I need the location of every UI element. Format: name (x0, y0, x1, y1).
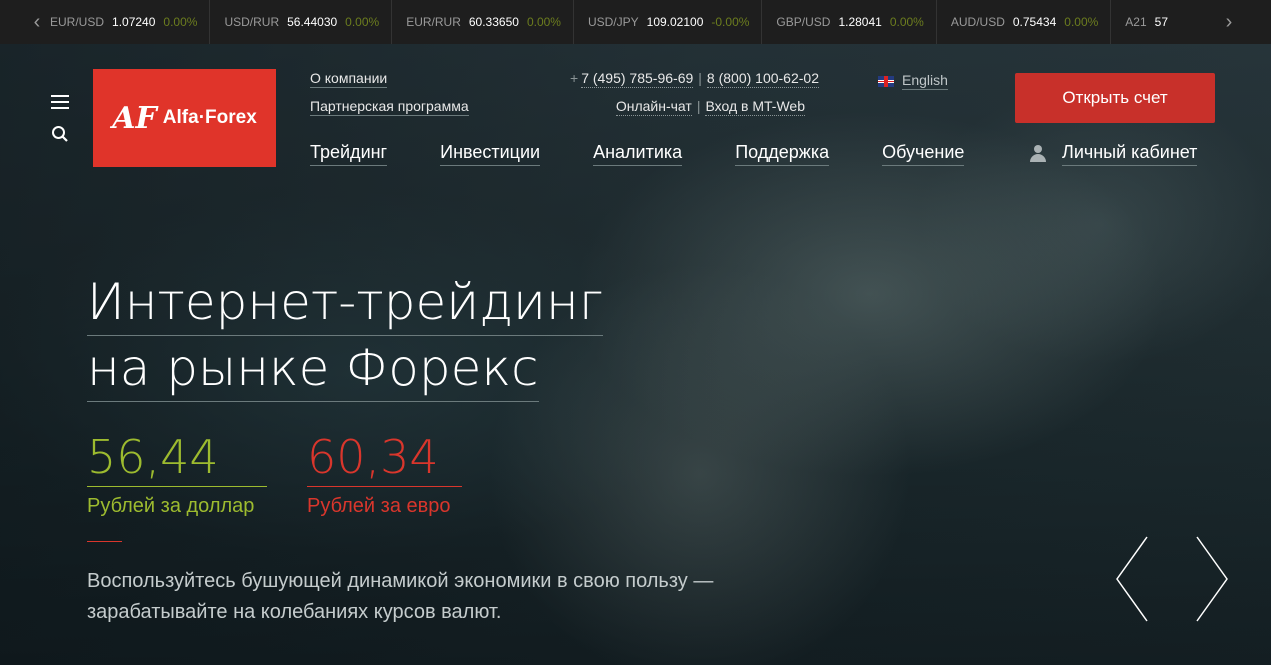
eur-rate: 60,34 Рублей за евро (307, 430, 462, 518)
ticker-prev-icon[interactable]: ‹ (22, 0, 52, 44)
nav-analytics[interactable]: Аналитика (593, 142, 683, 166)
ticker-item[interactable]: USD/JPY 109.02100 -0.00% (587, 0, 763, 44)
slide-next-icon[interactable] (1195, 535, 1229, 623)
phone-moscow[interactable]: 7 (495) 785-96-69 (581, 70, 694, 88)
online-chat-link[interactable]: Онлайн-чат (615, 98, 692, 116)
currency-ticker: ‹ EUR/USD 1.07240 0.00% USD/RUR 56.44030… (0, 0, 1271, 44)
hero-title-block: Интернет-трейдинг на рынке Форекс (87, 270, 604, 402)
personal-cabinet-link[interactable]: Личный кабинет (1030, 142, 1198, 166)
ticker-pair: AUD/USD (950, 15, 1005, 29)
ticker-pair: EUR/RUR (406, 15, 461, 29)
hero-description-line1: Воспользуйтесь бушующей динамикой эконом… (87, 570, 714, 592)
separator: | (696, 98, 701, 114)
nav-investments[interactable]: Инвестиции (440, 142, 541, 166)
nav-trading[interactable]: Трейдинг (310, 142, 388, 166)
logo-mark: AF (112, 100, 157, 136)
cabinet-label: Личный кабинет (1062, 142, 1198, 166)
ticker-item[interactable]: AUD/USD 0.75434 0.00% (950, 0, 1112, 44)
ticker-rate: 0.75434 (1012, 15, 1057, 29)
main-nav: Трейдинг Инвестиции Аналитика Поддержка … (310, 142, 965, 166)
language-switch[interactable]: English (878, 72, 948, 90)
open-account-button[interactable]: Открыть счет (1015, 73, 1215, 123)
chat-row: Онлайн-чат | Вход в MT-Web (570, 98, 805, 116)
user-icon (1030, 145, 1046, 163)
mt-web-login-link[interactable]: Вход в MT-Web (705, 98, 805, 116)
ticker-rate: 1.07240 (112, 15, 156, 29)
slide-prev-icon[interactable] (1115, 535, 1149, 623)
phone-prefix: + (570, 70, 579, 86)
contacts: + 7 (495) 785-96-69 | 8 (800) 100-62-02 … (570, 70, 819, 126)
ticker-change: 0.00% (889, 15, 924, 29)
eur-rate-caption: Рублей за евро (307, 495, 451, 517)
hero-title: Интернет-трейдинг на рынке Форекс (87, 270, 604, 402)
ticker-change: 0.00% (163, 15, 198, 29)
ticker-pair: A21 (1125, 15, 1147, 29)
usd-rate: 56,44 Рублей за доллар (87, 430, 267, 518)
ticker-item[interactable]: A21 57 (1125, 0, 1180, 44)
accent-divider (87, 541, 122, 542)
about-company-link[interactable]: О компании (310, 70, 388, 88)
ticker-rate: 56.44030 (287, 15, 338, 29)
ticker-item[interactable]: USD/RUR 56.44030 0.00% (224, 0, 393, 44)
hero-title-line2: на рынке Форекс (87, 336, 539, 402)
nav-education[interactable]: Обучение (882, 142, 965, 166)
ticker-rate: 60.33650 (468, 15, 519, 29)
ticker-pair: EUR/USD (50, 15, 105, 29)
ticker-item[interactable]: EUR/RUR 60.33650 0.00% (406, 0, 574, 44)
ticker-item[interactable]: GBP/USD 1.28041 0.00% (776, 0, 937, 44)
ticker-rate: 1.28041 (838, 15, 882, 29)
usd-rate-caption: Рублей за доллар (87, 495, 255, 517)
hero-description-line2: зарабатывайте на колебаниях курсов валют… (87, 601, 502, 623)
ticker-pair: GBP/USD (776, 15, 831, 29)
hamburger-menu-icon[interactable] (51, 95, 69, 109)
ticker-change: 0.00% (526, 15, 561, 29)
ticker-change: -0.00% (711, 15, 750, 29)
hero-title-line1: Интернет-трейдинг (87, 270, 604, 336)
search-icon[interactable] (51, 125, 69, 143)
language-label: English (902, 72, 948, 90)
phones-row: + 7 (495) 785-96-69 | 8 (800) 100-62-02 (570, 70, 819, 88)
site-header: AF Alfa·Forex О компании Партнерская про… (0, 44, 1271, 184)
ticker-pair: USD/RUR (224, 15, 280, 29)
ticker-list: EUR/USD 1.07240 0.00% USD/RUR 56.44030 0… (50, 0, 1215, 44)
top-links: О компании Партнерская программа (310, 70, 469, 126)
partner-program-link[interactable]: Партнерская программа (310, 98, 469, 116)
phone-free[interactable]: 8 (800) 100-62-02 (706, 70, 819, 88)
usd-rate-value: 56,44 (87, 430, 267, 487)
ticker-next-icon[interactable]: › (1214, 0, 1244, 44)
uk-flag-icon (878, 75, 894, 87)
ticker-rate: 57 (1154, 15, 1169, 29)
separator: | (698, 70, 702, 86)
ticker-item[interactable]: EUR/USD 1.07240 0.00% (50, 0, 211, 44)
ticker-change: 0.00% (1064, 15, 1099, 29)
rates: 56,44 Рублей за доллар 60,34 Рублей за е… (87, 430, 462, 518)
ticker-pair: USD/JPY (587, 15, 639, 29)
ticker-change: 0.00% (345, 15, 380, 29)
ticker-rate: 109.02100 (646, 15, 704, 29)
alfa-forex-logo[interactable]: AF Alfa·Forex (93, 69, 276, 167)
hero-description: Воспользуйтесь бушующей динамикой эконом… (87, 566, 713, 628)
eur-rate-value: 60,34 (307, 430, 462, 487)
logo-text: Alfa·Forex (162, 107, 257, 128)
nav-support[interactable]: Поддержка (735, 142, 830, 166)
